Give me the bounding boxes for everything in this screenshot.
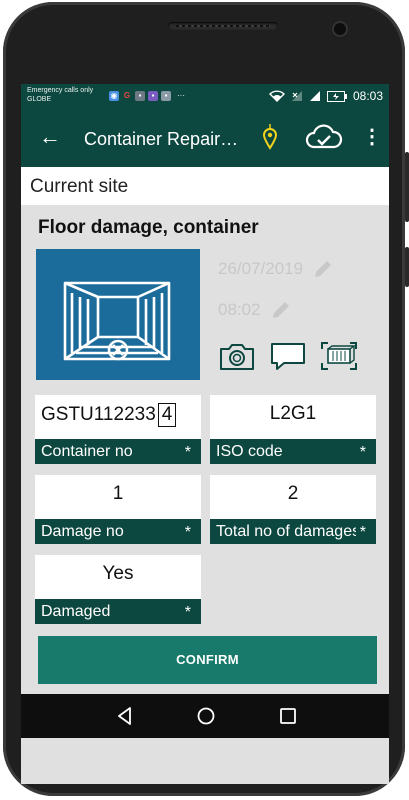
damaged-label: Damaged * (35, 599, 201, 624)
notification-icons: ◉ G ▪ ▪ ▪ ··· (109, 91, 188, 101)
check-digit-box[interactable]: 4 (157, 403, 177, 427)
wifi-icon (268, 90, 285, 102)
total-damages-label: Total no of damages * (210, 519, 376, 544)
overflow-menu-icon[interactable]: ⋮ (362, 125, 382, 149)
status-bar: Emergency calls only GLOBE ◉ G ▪ ▪ ▪ ··· (21, 84, 389, 110)
system-status: 08:03 (268, 89, 383, 103)
clock: 08:03 (352, 89, 383, 103)
more-notifications-icon: ··· (177, 91, 185, 100)
iso-code-label-text: ISO code (216, 443, 283, 460)
iso-code-value: L2G1 (269, 403, 317, 424)
required-marker: * (180, 600, 191, 624)
damage-actions (218, 340, 358, 372)
carrier-line-1: Emergency calls only (27, 87, 94, 94)
damage-thumbnail[interactable] (36, 249, 200, 380)
system-nav-bar (21, 694, 389, 738)
damage-time: 08:02 (218, 300, 291, 320)
total-damages-field[interactable]: 2 Total no of damages * (210, 475, 376, 544)
damaged-field[interactable]: Yes Damaged * (35, 555, 201, 624)
app-notification-icon: ◉ (109, 91, 119, 101)
carrier-info: Emergency calls only GLOBE (27, 86, 93, 104)
total-damages-label-text: Total no of damages (216, 523, 361, 540)
damaged-label-text: Damaged (41, 603, 111, 620)
signal-icon (309, 91, 320, 101)
damage-no-field[interactable]: 1 Damage no * (35, 475, 201, 544)
page-title: Container Repair… (84, 129, 239, 149)
container-no-label-text: Container no (41, 443, 133, 460)
comment-icon[interactable] (269, 340, 307, 372)
date-value: 26/07/2019 (218, 259, 304, 278)
edit-date-pencil-icon[interactable] (313, 259, 333, 279)
container-no-field[interactable]: GSTU112233 4 Container no * (35, 395, 201, 464)
edit-time-pencil-icon[interactable] (271, 300, 291, 320)
carrier-line-2: GLOBE (27, 96, 52, 103)
iso-code-label: ISO code * (210, 439, 376, 464)
gallery-notification-icon: ▪ (161, 91, 171, 101)
time-value: 08:02 (218, 300, 261, 319)
current-site-bar[interactable]: Current site (21, 167, 389, 205)
signal-off-icon (291, 91, 302, 101)
location-pin-icon[interactable] (262, 124, 278, 150)
container-no-label: Container no * (35, 439, 201, 464)
app-screen: Emergency calls only GLOBE ◉ G ▪ ▪ ▪ ··· (21, 84, 389, 784)
power-button (405, 247, 409, 287)
container-no-text: GSTU112233 (41, 404, 156, 425)
nav-home-icon[interactable] (196, 706, 216, 726)
earpiece-speaker (168, 22, 278, 30)
damage-no-label-text: Damage no (41, 523, 124, 540)
container-scan-icon[interactable] (320, 340, 358, 372)
damage-title: Floor damage, container (38, 217, 259, 238)
front-camera (334, 23, 346, 35)
required-marker: * (355, 440, 366, 464)
container-no-value: GSTU112233 4 (35, 403, 201, 427)
battery-icon (326, 90, 347, 102)
nav-recent-apps-icon[interactable] (278, 706, 298, 726)
required-marker: * (355, 520, 366, 544)
google-icon: G (123, 91, 131, 100)
camera-icon[interactable] (218, 340, 256, 372)
message-notification-icon: ▪ (148, 91, 158, 101)
nav-back-icon[interactable] (115, 706, 135, 726)
container-floor-icon (63, 281, 171, 361)
required-marker: * (180, 440, 191, 464)
damage-no-label: Damage no * (35, 519, 201, 544)
total-damages-value: 2 (287, 483, 299, 504)
back-arrow-icon[interactable]: ← (39, 125, 61, 149)
damaged-value: Yes (102, 563, 134, 584)
damage-no-value: 1 (112, 483, 124, 504)
phone-frame: Emergency calls only GLOBE ◉ G ▪ ▪ ▪ ··· (3, 2, 409, 796)
required-marker: * (180, 520, 191, 544)
iso-code-field[interactable]: L2G1 ISO code * (210, 395, 376, 464)
current-site-label: Current site (30, 176, 129, 197)
cloud-sync-icon[interactable] (305, 124, 343, 150)
image-notification-icon: ▪ (135, 91, 145, 101)
volume-button (405, 152, 409, 222)
damage-date: 26/07/2019 (218, 259, 333, 279)
app-toolbar: ← Container Repair… ⋮ (21, 110, 389, 167)
confirm-button[interactable]: CONFIRM (38, 636, 377, 684)
